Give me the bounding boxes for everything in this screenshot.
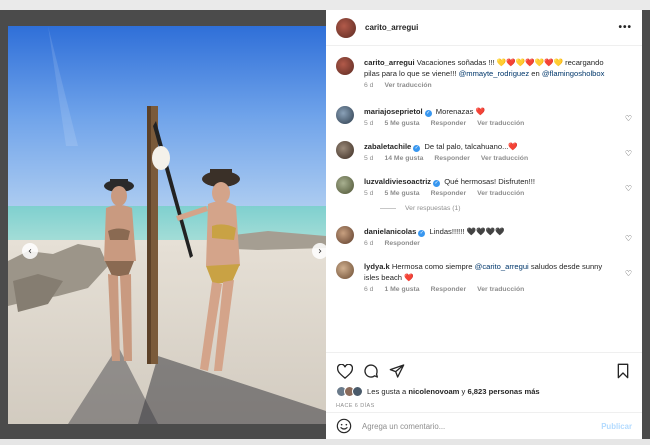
add-comment-bar: Publicar (326, 412, 642, 439)
comment-time: 6 d (364, 286, 374, 293)
comment-text: De tal palo, talcahuano... (424, 142, 509, 151)
liker-avatar (352, 386, 363, 397)
verified-icon: ✓ (413, 145, 421, 152)
like-comment-heart-icon[interactable]: ♡ (625, 184, 632, 193)
comment-emoji: ❤️ (508, 142, 518, 151)
commenter-avatar[interactable] (336, 176, 354, 194)
comment-likes[interactable]: 1 Me gusta (384, 286, 419, 293)
translate-link[interactable]: Ver traducción (384, 82, 431, 89)
translate-link[interactable]: Ver traducción (477, 286, 524, 293)
comment-item: lydya.k Hermosa como siempre @carito_arr… (336, 261, 632, 293)
like-comment-heart-icon[interactable]: ♡ (625, 269, 632, 278)
bottom-background-strip (0, 439, 650, 445)
bookmark-icon[interactable] (614, 362, 632, 380)
verified-icon: ✓ (418, 230, 426, 237)
chevron-right-icon: › (318, 245, 322, 257)
comment-time: 5 d (364, 190, 374, 197)
post-date: HACE 6 DÍAS (336, 403, 375, 409)
post-actions: Les gusta a nicolenovoam y 6,823 persona… (326, 352, 642, 410)
author-username[interactable]: carito_arregui (365, 23, 618, 32)
like-comment-heart-icon[interactable]: ♡ (625, 149, 632, 158)
caption-username[interactable]: carito_arregui (364, 58, 415, 67)
commenter-avatar[interactable] (336, 106, 354, 124)
comment-likes[interactable]: 14 Me gusta (384, 155, 423, 162)
comment-text: Qué hermosas! Disfruten!!! (444, 177, 535, 186)
comment-time: 5 d (364, 120, 374, 127)
caption-mention[interactable]: @flamingosholbox (542, 69, 605, 78)
like-comment-heart-icon[interactable]: ♡ (625, 114, 632, 123)
chevron-left-icon: ‹ (28, 245, 32, 257)
top-background-strip (0, 0, 650, 10)
beach-photo-image (8, 26, 326, 424)
comment-time: 6 d (364, 240, 374, 247)
comment-username[interactable]: lydya.k (364, 262, 390, 271)
post-detail-panel: carito_arregui ••• carito_arregui Vacaci… (326, 10, 642, 439)
comment-item: zabaletachile ✓ De tal palo, talcahuano..… (336, 141, 632, 162)
caption-avatar[interactable] (336, 57, 354, 75)
reply-link[interactable]: Responder (431, 190, 467, 197)
comment-item: mariajoseprietol ✓ Morenazas ❤️ 5 d 5 Me g… (336, 106, 632, 127)
comment-username[interactable]: zabaletachile (364, 142, 411, 151)
translate-link[interactable]: Ver traducción (477, 120, 524, 127)
reply-link[interactable]: Responder (434, 155, 470, 162)
view-replies-label: Ver respuestas (1) (405, 205, 461, 212)
verified-icon: ✓ (424, 110, 432, 117)
publish-button[interactable]: Publicar (601, 422, 632, 431)
like-comment-heart-icon[interactable]: ♡ (625, 234, 632, 243)
comment-username[interactable]: mariajoseprietol (364, 107, 423, 116)
comment-icon[interactable] (362, 362, 380, 380)
post-caption: carito_arregui Vacaciones soñadas !!! 💛❤… (336, 57, 632, 89)
commenter-avatar[interactable] (336, 261, 354, 279)
likes-count[interactable]: 6,823 personas más (467, 387, 539, 396)
comment-username[interactable]: luzvaldiviesoactriz (364, 177, 431, 186)
comment-item: danielanicolas ✓ Lindas!!!!!! 🖤🖤🖤🖤 6 d Res… (336, 226, 632, 247)
post-header: carito_arregui ••• (326, 10, 642, 46)
comment-likes[interactable]: 5 Me gusta (384, 190, 419, 197)
likes-prefix: Les gusta a (367, 387, 409, 396)
translate-link[interactable]: Ver traducción (477, 190, 524, 197)
share-icon[interactable] (388, 362, 406, 380)
reply-link[interactable]: Responder (431, 286, 467, 293)
comments-list[interactable]: carito_arregui Vacaciones soñadas !!! 💛❤… (326, 46, 642, 352)
comment-input[interactable] (362, 421, 602, 431)
comment-text: Lindas!!!!!! (429, 227, 467, 236)
caption-text-en: en (529, 69, 542, 78)
emoji-smile-icon[interactable] (336, 418, 352, 434)
caption-time: 6 d (364, 82, 374, 89)
comment-mention[interactable]: @carito_arregui (475, 262, 529, 271)
caption-meta: 6 d Ver traducción (364, 82, 614, 89)
replies-line (380, 208, 396, 209)
caption-emojis: 💛❤️💛❤️💛❤️💛 (496, 58, 564, 67)
verified-icon: ✓ (433, 180, 441, 187)
reply-link[interactable]: Responder (384, 240, 420, 247)
commenter-avatar[interactable] (336, 226, 354, 244)
comment-username[interactable]: danielanicolas (364, 227, 416, 236)
comment-emoji: ❤️ (475, 107, 485, 116)
comment-text: Hermosa como siempre (391, 262, 475, 271)
caption-mention[interactable]: @mmayte_rodriguez (459, 69, 530, 78)
likes-user[interactable]: nicolenovoam (408, 387, 459, 396)
comment-item: luzvaldiviesoactriz ✓ Qué hermosas! Disfr… (336, 176, 632, 197)
comment-emoji: 🖤🖤🖤🖤 (466, 227, 505, 236)
post-photo[interactable]: ‹ › (8, 26, 326, 424)
caption-text: Vacaciones soñadas !!! (416, 58, 497, 67)
comment-emoji: ❤️ (404, 273, 414, 282)
comment-likes[interactable]: 5 Me gusta (384, 120, 419, 127)
view-replies-button[interactable]: Ver respuestas (1) (380, 205, 632, 212)
comment-time: 5 d (364, 155, 374, 162)
heart-icon[interactable] (336, 362, 354, 380)
more-horizontal-icon[interactable]: ••• (618, 22, 632, 33)
author-avatar[interactable] (336, 17, 356, 38)
comment-text: Morenazas (435, 107, 474, 116)
translate-link[interactable]: Ver traducción (481, 155, 528, 162)
likes-summary[interactable]: Les gusta a nicolenovoam y 6,823 persona… (336, 386, 632, 397)
next-photo-button[interactable]: › (312, 243, 326, 259)
previous-photo-button[interactable]: ‹ (22, 243, 38, 259)
commenter-avatar[interactable] (336, 141, 354, 159)
reply-link[interactable]: Responder (431, 120, 467, 127)
